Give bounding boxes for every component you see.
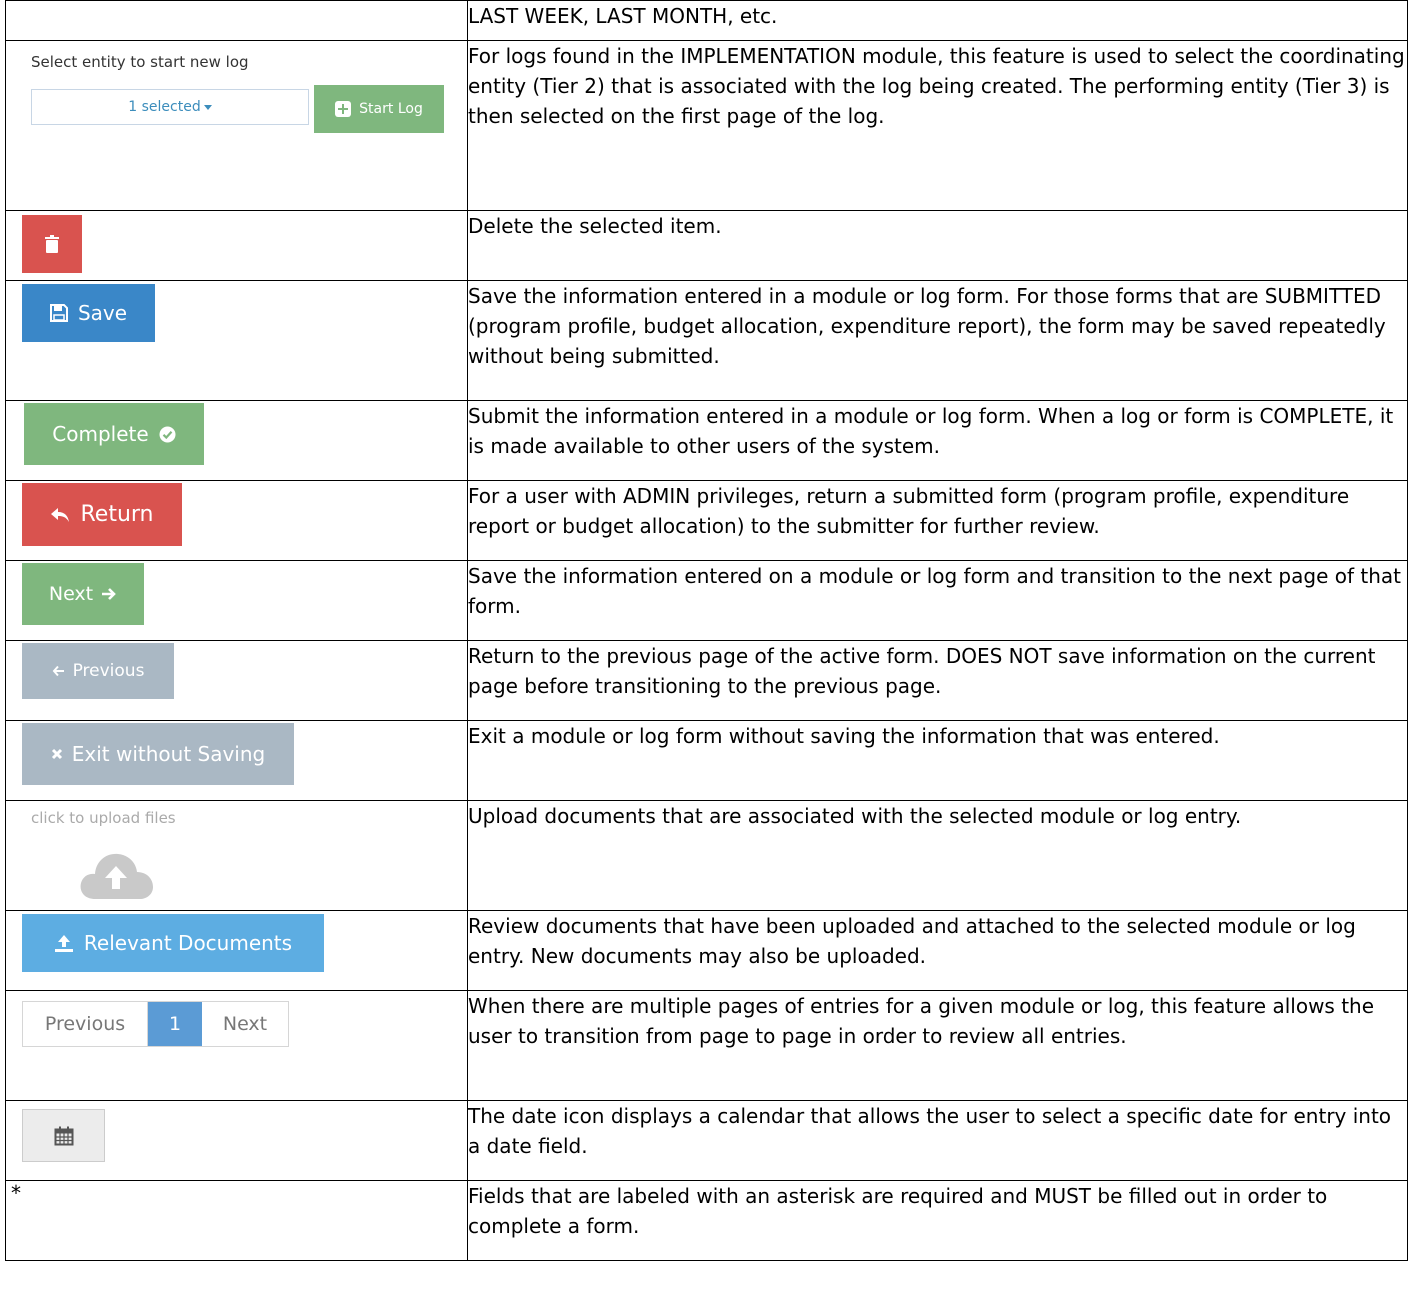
pagination-next[interactable]: Next bbox=[202, 1002, 288, 1046]
legend-row: Previous 1 Next When there are multiple … bbox=[5, 990, 1408, 1101]
legend-sample-cell: Return bbox=[5, 480, 468, 561]
delete-button[interactable] bbox=[22, 215, 82, 273]
legend-row: Complete Submit the information entered … bbox=[5, 400, 1408, 481]
legend-row: Exit without Saving Exit a module or log… bbox=[5, 720, 1408, 801]
legend-description: For logs found in the IMPLEMENTATION mod… bbox=[467, 40, 1408, 211]
legend-description: Delete the selected item. bbox=[467, 210, 1408, 281]
start-log-button[interactable]: Start Log bbox=[314, 85, 444, 133]
save-button[interactable]: Save bbox=[22, 284, 155, 342]
previous-label: Previous bbox=[72, 661, 145, 681]
legend-description: For a user with ADMIN privileges, return… bbox=[467, 480, 1408, 561]
legend-description: Upload documents that are associated wit… bbox=[467, 800, 1408, 911]
legend-description: Save the information entered in a module… bbox=[467, 280, 1408, 401]
legend-description: The date icon displays a calendar that a… bbox=[467, 1100, 1408, 1181]
legend-row: Save Save the information entered in a m… bbox=[5, 280, 1408, 401]
legend-row: * Fields that are labeled with an asteri… bbox=[5, 1180, 1408, 1261]
close-icon bbox=[51, 748, 62, 760]
upload-icon bbox=[54, 935, 73, 952]
entity-select[interactable]: 1 selected bbox=[31, 89, 309, 125]
floppy-disk-icon bbox=[49, 304, 68, 322]
pagination-previous[interactable]: Previous bbox=[23, 1002, 148, 1046]
legend-row: Return For a user with ADMIN privileges,… bbox=[5, 480, 1408, 561]
entity-select-label: Select entity to start new log bbox=[31, 53, 249, 71]
calendar-icon bbox=[54, 1126, 73, 1145]
legend-sample-cell bbox=[5, 0, 468, 41]
required-asterisk: * bbox=[11, 1181, 21, 1205]
legend-description: Return to the previous page of the activ… bbox=[467, 640, 1408, 721]
legend-row: Delete the selected item. bbox=[5, 210, 1408, 281]
legend-sample-cell bbox=[5, 1100, 468, 1181]
caret-down-icon bbox=[203, 104, 212, 110]
legend-table: LAST WEEK, LAST MONTH, etc. Select entit… bbox=[5, 0, 1408, 1261]
legend-sample-cell: Next bbox=[5, 560, 468, 641]
exit-without-saving-button[interactable]: Exit without Saving bbox=[22, 723, 294, 785]
legend-description: Fields that are labeled with an asterisk… bbox=[467, 1180, 1408, 1261]
legend-row: LAST WEEK, LAST MONTH, etc. bbox=[5, 0, 1408, 41]
legend-description: Submit the information entered in a modu… bbox=[467, 400, 1408, 481]
start-log-label: Start Log bbox=[359, 101, 423, 117]
return-button[interactable]: Return bbox=[22, 483, 182, 546]
previous-button[interactable]: Previous bbox=[22, 643, 174, 699]
legend-sample-cell: Select entity to start new log 1 selecte… bbox=[5, 40, 468, 211]
entity-select-value: 1 selected bbox=[128, 99, 201, 115]
arrow-right-icon bbox=[102, 588, 116, 600]
relevant-documents-label: Relevant Documents bbox=[83, 931, 293, 955]
legend-description: LAST WEEK, LAST MONTH, etc. bbox=[467, 0, 1408, 41]
legend-sample-cell: Previous bbox=[5, 640, 468, 721]
legend-description: Exit a module or log form without saving… bbox=[467, 720, 1408, 801]
calendar-button[interactable] bbox=[22, 1109, 105, 1162]
trash-icon bbox=[45, 235, 59, 253]
legend-row: Next Save the information entered on a m… bbox=[5, 560, 1408, 641]
check-circle-icon bbox=[159, 426, 176, 442]
pagination-page[interactable]: 1 bbox=[148, 1002, 202, 1046]
relevant-documents-button[interactable]: Relevant Documents bbox=[22, 914, 324, 972]
pagination: Previous 1 Next bbox=[22, 1001, 289, 1047]
arrow-left-icon bbox=[52, 665, 64, 677]
legend-description: Review documents that have been uploaded… bbox=[467, 910, 1408, 991]
legend-row: The date icon displays a calendar that a… bbox=[5, 1100, 1408, 1181]
complete-button[interactable]: Complete bbox=[24, 403, 204, 465]
legend-row: Previous Return to the previous page of … bbox=[5, 640, 1408, 721]
complete-label: Complete bbox=[52, 422, 149, 446]
plus-square-icon bbox=[335, 101, 352, 117]
legend-sample-cell: Previous 1 Next bbox=[5, 990, 468, 1101]
legend-sample-cell: click to upload files bbox=[5, 800, 468, 911]
legend-sample-cell: Exit without Saving bbox=[5, 720, 468, 801]
legend-sample-cell: * bbox=[5, 1180, 468, 1261]
exit-without-saving-label: Exit without Saving bbox=[71, 742, 266, 766]
legend-row: Select entity to start new log 1 selecte… bbox=[5, 40, 1408, 211]
legend-sample-cell: Relevant Documents bbox=[5, 910, 468, 991]
legend-row: Relevant Documents Review documents that… bbox=[5, 910, 1408, 991]
save-label: Save bbox=[77, 301, 128, 325]
next-button[interactable]: Next bbox=[22, 563, 144, 625]
legend-sample-cell: Complete bbox=[5, 400, 468, 481]
return-label: Return bbox=[80, 502, 154, 527]
return-arrow-icon bbox=[51, 507, 70, 522]
legend-description: Save the information entered on a module… bbox=[467, 560, 1408, 641]
cloud-upload-icon[interactable] bbox=[78, 849, 154, 901]
legend-sample-cell: Save bbox=[5, 280, 468, 401]
next-label: Next bbox=[48, 583, 94, 605]
legend-description: When there are multiple pages of entries… bbox=[467, 990, 1408, 1101]
upload-label[interactable]: click to upload files bbox=[31, 809, 176, 827]
legend-sample-cell bbox=[5, 210, 468, 281]
legend-row: click to upload files Upload documents t… bbox=[5, 800, 1408, 911]
